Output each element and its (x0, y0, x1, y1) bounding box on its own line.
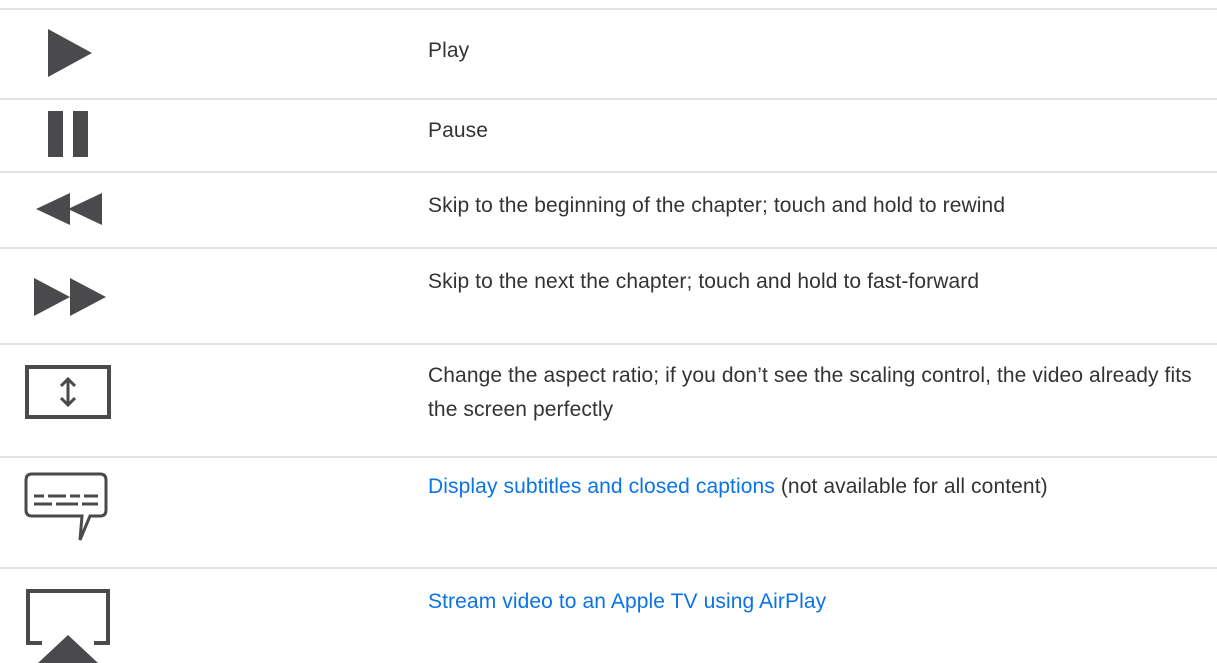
table-row-rewind: Skip to the beginning of the chapter; to… (0, 171, 1217, 247)
airplay-icon (26, 589, 110, 663)
table-row-subtitles: Display subtitles and closed captions (n… (0, 456, 1217, 567)
row-description: Stream video to an Apple TV using AirPla… (428, 585, 1197, 619)
icon-cell (0, 100, 160, 171)
pause-label: Pause (428, 119, 489, 142)
icon-cell (0, 458, 160, 567)
table-row-aspect-ratio: Change the aspect ratio; if you don’t se… (0, 343, 1217, 456)
icon-cell (0, 569, 160, 663)
aspect-ratio-label: Change the aspect ratio; if you don’t se… (428, 364, 1192, 421)
table-row-fast-forward: Skip to the next the chapter; touch and … (0, 247, 1217, 343)
icon-cell (0, 345, 160, 456)
icon-cell (0, 10, 160, 98)
icon-cell (0, 249, 160, 343)
rewind-label: Skip to the beginning of the chapter; to… (428, 194, 1006, 217)
table-row-airplay: Stream video to an Apple TV using AirPla… (0, 567, 1217, 663)
table-row-play: Play (0, 8, 1217, 98)
subtitles-icon (24, 472, 108, 541)
row-description: Skip to the beginning of the chapter; to… (428, 189, 1197, 223)
row-description: Skip to the next the chapter; touch and … (428, 265, 1197, 299)
play-label: Play (428, 39, 470, 62)
airplay-link[interactable]: Stream video to an Apple TV using AirPla… (428, 590, 826, 613)
fast-forward-label: Skip to the next the chapter; touch and … (428, 270, 980, 293)
row-description: Change the aspect ratio; if you don’t se… (428, 359, 1197, 427)
rewind-icon (36, 193, 102, 225)
icon-cell (0, 173, 160, 247)
row-description: Display subtitles and closed captions (n… (428, 470, 1197, 504)
pause-icon (48, 111, 88, 157)
table-row-pause: Pause (0, 98, 1217, 171)
row-description: Play (428, 34, 1197, 68)
play-icon (48, 29, 92, 77)
row-description: Pause (428, 114, 1197, 148)
subtitles-link[interactable]: Display subtitles and closed captions (428, 475, 775, 498)
fast-forward-icon (34, 278, 106, 316)
subtitles-note: (not available for all content) (774, 475, 1048, 498)
aspect-ratio-icon (25, 365, 111, 419)
